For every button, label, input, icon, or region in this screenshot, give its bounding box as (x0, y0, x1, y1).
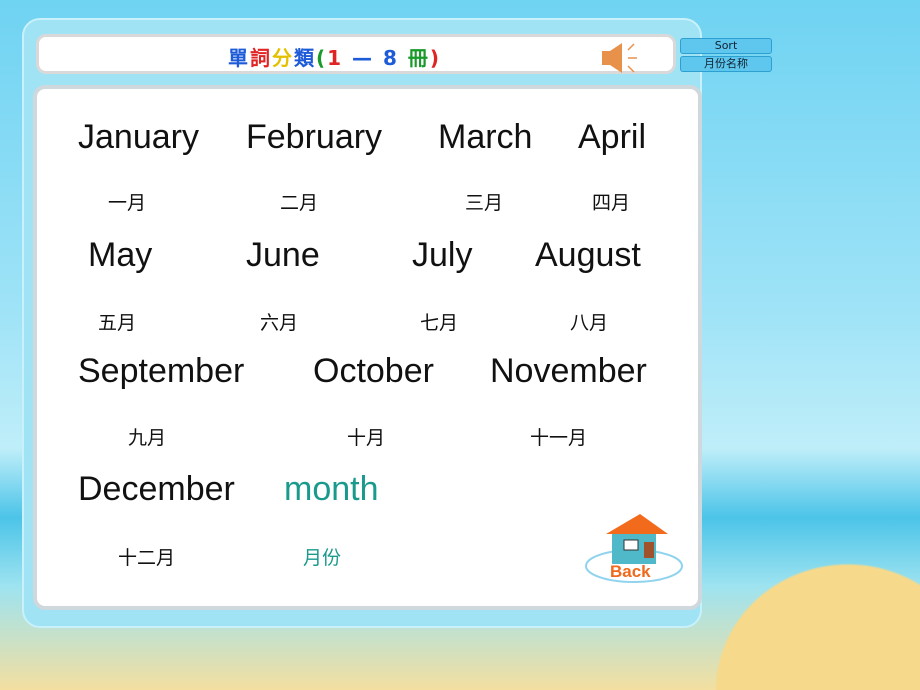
word-chinese: 四月 (592, 192, 631, 214)
speaker-icon[interactable] (600, 40, 640, 76)
word-chinese: 七月 (420, 312, 459, 334)
word-english[interactable]: May (88, 236, 152, 275)
title-char: 冊 (398, 46, 430, 70)
title-char: 詞 (250, 46, 272, 70)
word-chinese: 六月 (260, 312, 299, 334)
word-english[interactable]: January (78, 118, 199, 157)
word-chinese: 十一月 (530, 427, 588, 449)
beach-decoration (680, 530, 920, 690)
word-english[interactable]: March (438, 118, 532, 157)
word-chinese: 三月 (465, 192, 504, 214)
word-english[interactable]: December (78, 470, 235, 509)
word-chinese: 一月 (108, 192, 147, 214)
word-english[interactable]: August (535, 236, 641, 275)
category-button[interactable]: 月份名称 (680, 56, 772, 72)
title-char: 分 (272, 46, 294, 70)
word-english[interactable]: October (313, 352, 434, 391)
title-char: — (343, 46, 383, 70)
word-chinese: 五月 (98, 312, 137, 334)
word-chinese: 九月 (128, 427, 167, 449)
word-chinese: 月份 (303, 547, 342, 569)
word-chinese: 十月 (347, 427, 386, 449)
title-char: ) (429, 46, 442, 70)
page-title: 單詞分類(1 — 8 冊) (228, 42, 441, 71)
title-char: 8 (383, 46, 399, 70)
word-english[interactable]: November (490, 352, 647, 391)
title-char: 1 (327, 46, 344, 70)
word-english[interactable]: month (284, 470, 379, 509)
word-english[interactable]: February (246, 118, 382, 157)
word-english[interactable]: July (412, 236, 472, 275)
title-char: 單 (228, 46, 250, 70)
word-chinese: 二月 (280, 192, 319, 214)
sort-button[interactable]: Sort (680, 38, 772, 54)
word-chinese: 十二月 (118, 547, 176, 569)
word-english[interactable]: September (78, 352, 244, 391)
word-english[interactable]: June (246, 236, 320, 275)
back-button[interactable]: Back (610, 562, 651, 582)
title-char: 類 (294, 46, 316, 70)
title-char: ( (316, 46, 328, 70)
word-english[interactable]: April (578, 118, 646, 157)
word-chinese: 八月 (570, 312, 609, 334)
